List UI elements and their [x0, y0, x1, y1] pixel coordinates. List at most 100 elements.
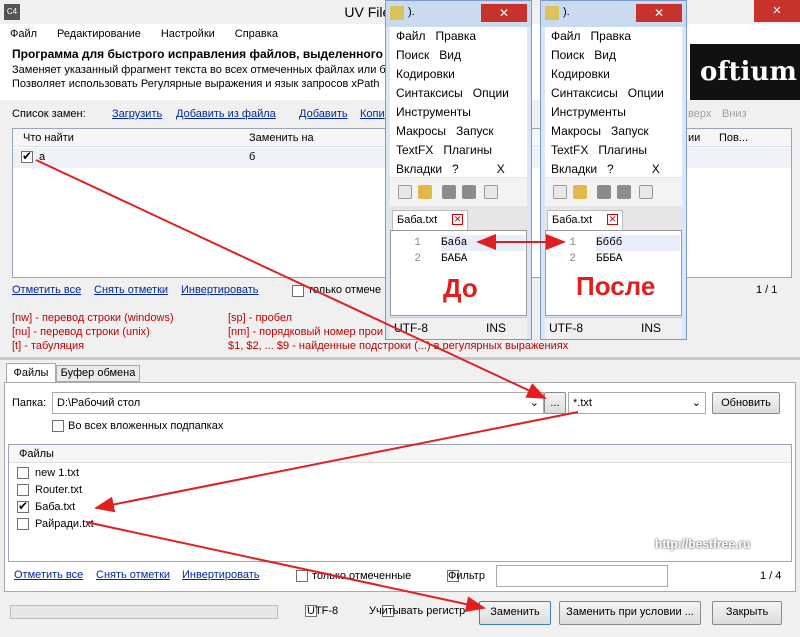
file-checkbox[interactable] — [17, 467, 29, 480]
add-link[interactable]: Добавить — [299, 108, 348, 120]
editor-text[interactable]: Бббб БББА — [596, 235, 680, 267]
menu-file[interactable]: Файл — [10, 28, 37, 40]
subfolders-checkbox[interactable] — [52, 420, 64, 433]
np-menu-search[interactable]: Поиск — [551, 48, 584, 62]
np-menu-edit[interactable]: Правка — [591, 29, 632, 43]
main-close-button[interactable]: ✕ — [754, 0, 800, 22]
np-menu-tools[interactable]: Инструменты — [551, 105, 626, 119]
add-from-file-link[interactable]: Добавить из файла — [176, 108, 276, 120]
np-menu-textfx[interactable]: TextFX — [396, 143, 433, 157]
save-icon[interactable] — [442, 185, 456, 199]
only-checked-checkbox[interactable] — [292, 285, 304, 298]
list-item[interactable]: Баба.txt — [13, 499, 413, 516]
row-checkbox[interactable] — [21, 149, 33, 164]
load-link[interactable]: Загрузить — [112, 108, 162, 120]
close-button[interactable]: Закрыть — [712, 601, 782, 625]
notepad-editor[interactable]: 1 2 Баба БАБА До — [390, 230, 527, 316]
np-menu-plugins[interactable]: Плагины — [598, 143, 647, 157]
np-menu-options[interactable]: Опции — [473, 86, 509, 100]
new-file-icon[interactable] — [553, 185, 567, 199]
column-repeat[interactable]: Пов... — [719, 129, 748, 147]
np-menu-tabs[interactable]: Вкладки — [396, 162, 442, 176]
np-menu-syntax[interactable]: Синтаксисы — [396, 86, 463, 100]
folder-path-select[interactable]: D:\Рабочий стол ⌄ — [52, 392, 544, 414]
files-only-checked-checkbox[interactable] — [296, 570, 308, 583]
files-header: Файлы — [9, 445, 791, 463]
splitter[interactable] — [0, 357, 800, 360]
folder-path-value: D:\Рабочий стол — [57, 397, 141, 409]
list-item[interactable]: Router.txt — [13, 482, 413, 499]
column-find[interactable]: Что найти — [23, 129, 74, 147]
only-checked-label: только отмече — [308, 284, 382, 296]
column-replace[interactable]: Заменить на — [249, 129, 314, 147]
notepad-close-button[interactable]: ✕ — [636, 4, 682, 22]
refresh-button[interactable]: Обновить — [712, 392, 780, 414]
tab-clipboard[interactable]: Буфер обмена — [56, 365, 140, 382]
open-folder-icon[interactable] — [573, 185, 587, 199]
close-file-icon[interactable] — [639, 185, 653, 199]
move-up-link[interactable]: верх — [688, 108, 711, 120]
close-file-icon[interactable] — [484, 185, 498, 199]
close-tab-icon[interactable]: ✕ — [607, 214, 618, 225]
notepad-editor[interactable]: 1 2 Бббб БББА После — [545, 230, 682, 316]
uncheck-all-link[interactable]: Снять отметки — [94, 284, 168, 296]
filter-input[interactable] — [496, 565, 668, 587]
save-all-icon[interactable] — [617, 185, 631, 199]
check-all-link[interactable]: Отметить все — [12, 284, 81, 296]
np-menu-file[interactable]: Файл — [396, 29, 426, 43]
np-menu-help[interactable]: ? — [607, 162, 614, 176]
np-menu-tabs[interactable]: Вкладки — [551, 162, 597, 176]
np-menu-view[interactable]: Вид — [439, 48, 461, 62]
column-extra[interactable]: ии — [688, 129, 700, 147]
notepad-close-button[interactable]: ✕ — [481, 4, 527, 22]
open-folder-icon[interactable] — [418, 185, 432, 199]
save-all-icon[interactable] — [462, 185, 476, 199]
copy-link[interactable]: Копи — [360, 108, 385, 120]
browse-button[interactable]: ... — [544, 392, 566, 414]
move-down-link[interactable]: Вниз — [722, 108, 747, 120]
np-menu-encoding[interactable]: Кодировки — [396, 67, 455, 81]
files-invert-link[interactable]: Инвертировать — [182, 569, 259, 581]
np-menu-file[interactable]: Файл — [551, 29, 581, 43]
file-checkbox[interactable] — [17, 499, 29, 514]
np-menu-close[interactable]: X — [497, 162, 505, 176]
np-menu-macros[interactable]: Макросы — [396, 124, 446, 138]
menu-help[interactable]: Справка — [235, 28, 278, 40]
files-column-header[interactable]: Файлы — [19, 445, 54, 463]
menu-edit[interactable]: Редактирование — [57, 28, 141, 40]
code-line: Баба — [441, 235, 525, 251]
close-tab-icon[interactable]: ✕ — [452, 214, 463, 225]
np-menu-tools[interactable]: Инструменты — [396, 105, 471, 119]
invert-link[interactable]: Инвертировать — [181, 284, 258, 296]
np-menu-search[interactable]: Поиск — [396, 48, 429, 62]
notepad-file-tab[interactable]: Баба.txt ✕ — [392, 210, 468, 230]
replace-conditional-button[interactable]: Заменить при условии ... — [559, 601, 701, 625]
files-uncheck-all-link[interactable]: Снять отметки — [96, 569, 170, 581]
notepad-file-tab[interactable]: Баба.txt ✕ — [547, 210, 623, 230]
editor-text[interactable]: Баба БАБА — [441, 235, 525, 267]
files-list[interactable]: Файлы new 1.txt Router.txt Баба.txt Райр… — [8, 444, 792, 562]
new-file-icon[interactable] — [398, 185, 412, 199]
files-check-all-link[interactable]: Отметить все — [14, 569, 83, 581]
np-menu-run[interactable]: Запуск — [456, 124, 494, 138]
np-menu-help[interactable]: ? — [452, 162, 459, 176]
np-menu-run[interactable]: Запуск — [611, 124, 649, 138]
mask-select[interactable]: *.txt ⌄ — [568, 392, 706, 414]
list-item[interactable]: new 1.txt — [13, 465, 413, 482]
np-menu-textfx[interactable]: TextFX — [551, 143, 588, 157]
menu-settings[interactable]: Настройки — [161, 28, 215, 40]
np-menu-encoding[interactable]: Кодировки — [551, 67, 610, 81]
np-menu-syntax[interactable]: Синтаксисы — [551, 86, 618, 100]
file-checkbox[interactable] — [17, 518, 29, 531]
np-menu-close[interactable]: X — [652, 162, 660, 176]
file-checkbox[interactable] — [17, 484, 29, 497]
np-menu-edit[interactable]: Правка — [436, 29, 477, 43]
np-menu-plugins[interactable]: Плагины — [443, 143, 492, 157]
list-item[interactable]: Райради.txt — [13, 516, 413, 533]
save-icon[interactable] — [597, 185, 611, 199]
np-menu-macros[interactable]: Макросы — [551, 124, 601, 138]
tab-files[interactable]: Файлы — [6, 363, 56, 382]
np-menu-options[interactable]: Опции — [628, 86, 664, 100]
np-menu-view[interactable]: Вид — [594, 48, 616, 62]
replace-button[interactable]: Заменить — [479, 601, 551, 625]
